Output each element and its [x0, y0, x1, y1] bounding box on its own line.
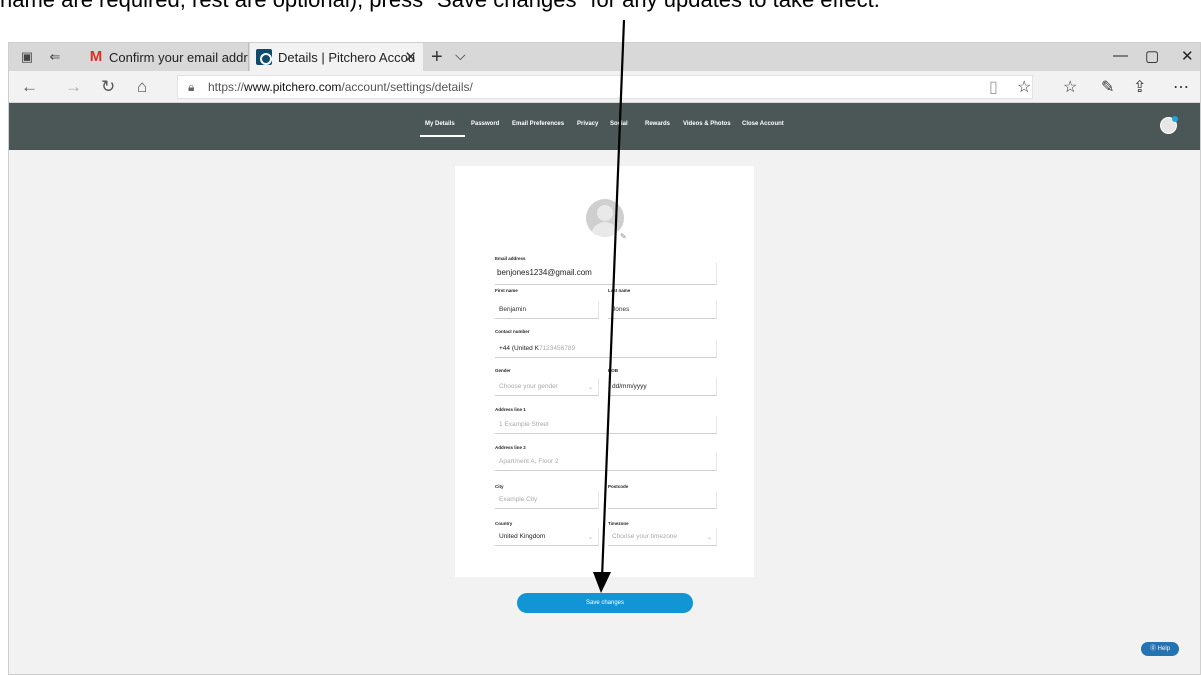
dob-field[interactable]: dd/mm/yyyy	[608, 378, 717, 396]
last-name-label: Last name	[608, 288, 631, 293]
tab-pitchero[interactable]: Details | Pitchero Accou ✕	[250, 43, 423, 71]
profile-picture[interactable]	[586, 199, 624, 237]
address-line-1-field[interactable]: 1 Example Street	[495, 416, 717, 434]
save-changes-button[interactable]: Save changes	[517, 593, 693, 613]
address1-label: Address line 1	[495, 407, 526, 412]
tab-gmail[interactable]: M Confirm your email address	[83, 43, 249, 71]
tab-title: Details | Pitchero Accou	[278, 49, 416, 65]
nav-close-account[interactable]: Close Account	[742, 121, 784, 127]
timezone-select[interactable]: Choose your timezone	[608, 528, 717, 546]
lock-icon: 🔒︎	[188, 80, 195, 94]
url-host: www.pitchero.com	[244, 80, 342, 94]
new-tab-icon[interactable]: +	[431, 46, 443, 69]
nav-rewards[interactable]: Rewards	[645, 121, 670, 127]
instruction-caption: name are required, rest are optional), p…	[0, 0, 1201, 21]
email-field[interactable]: benjones1234@gmail.com	[495, 263, 717, 285]
url-input[interactable]: 🔒︎ https://www.pitchero.com/account/sett…	[177, 75, 1033, 99]
pitchero-icon	[256, 49, 272, 65]
timezone-label: Timezone	[608, 521, 629, 526]
close-tab-icon[interactable]: ✕	[404, 48, 417, 66]
back-icon[interactable]: ←	[21, 77, 38, 97]
nav-privacy[interactable]: Privacy	[577, 121, 598, 127]
home-icon[interactable]: ⌂	[137, 77, 147, 97]
first-name-label: First name	[495, 288, 518, 293]
edit-photo-icon[interactable]: ✎	[620, 232, 627, 241]
avatar[interactable]	[1160, 116, 1178, 134]
settings-navbar: My Details Password Email Preferences Pr…	[9, 103, 1200, 150]
nav-email-preferences[interactable]: Email Preferences	[512, 121, 564, 127]
chevron-down-icon: ⌄	[588, 385, 594, 391]
country-code[interactable]: +44 (United K	[499, 345, 539, 352]
chevron-down-icon: ⌄	[588, 535, 594, 541]
active-tab-indicator	[420, 135, 465, 137]
pen-icon[interactable]: ✎	[1101, 77, 1114, 97]
nav-my-details[interactable]: My Details	[425, 121, 455, 127]
tab-actions-icon[interactable]: ▣	[19, 49, 35, 65]
close-window-icon[interactable]: ✕	[1181, 47, 1194, 65]
help-button[interactable]: ⓪ Help	[1141, 642, 1179, 656]
chevron-down-icon[interactable]: ⌵	[455, 47, 466, 64]
chevron-down-icon: ⌄	[707, 535, 713, 541]
city-field[interactable]: Example City	[495, 491, 599, 509]
restore-icon[interactable]: ▢	[1145, 47, 1159, 65]
favorite-star-icon[interactable]: ☆	[1017, 77, 1031, 97]
country-label: Country	[495, 521, 513, 526]
contact-label: Contact number	[495, 329, 530, 334]
city-label: City	[495, 484, 504, 489]
url-path: /account/settings/details/	[341, 80, 473, 94]
country-select[interactable]: United Kingdom	[495, 528, 599, 546]
forward-icon[interactable]: →	[65, 77, 82, 97]
tab-bar: ▣ ⇐ M Confirm your email address Details…	[9, 43, 1200, 71]
dob-label: DOB	[608, 368, 618, 373]
set-aside-tabs-icon[interactable]: ⇐	[47, 49, 63, 65]
address2-label: Address line 2	[495, 445, 526, 450]
gender-select[interactable]: Choose your gender	[495, 378, 599, 396]
browser-window: ▣ ⇐ M Confirm your email address Details…	[8, 42, 1201, 675]
reading-view-icon[interactable]: ▯	[989, 77, 998, 97]
address-bar: ← → ↻ ⌂ 🔒︎ https://www.pitchero.com/acco…	[9, 71, 1200, 103]
last-name-field[interactable]: Jones	[608, 301, 717, 319]
more-icon[interactable]: ⋯	[1173, 77, 1189, 97]
nav-password[interactable]: Password	[471, 121, 499, 127]
postcode-field[interactable]	[608, 491, 717, 509]
page-content: My Details Password Email Preferences Pr…	[9, 103, 1200, 674]
nav-videos-photos[interactable]: Videos & Photos	[683, 121, 731, 127]
details-form-card: ✎ Email address benjones1234@gmail.com F…	[455, 166, 754, 577]
phone-placeholder: 7123456789	[538, 345, 576, 352]
gmail-icon: M	[89, 48, 103, 65]
refresh-icon[interactable]: ↻	[101, 77, 115, 97]
first-name-field[interactable]: Benjamin	[495, 301, 599, 319]
contact-number-field[interactable]: +44 (United K7123456789	[495, 340, 717, 358]
minimize-icon[interactable]: —	[1113, 47, 1128, 64]
nav-social[interactable]: Social	[610, 121, 628, 127]
email-label: Email address	[495, 256, 526, 261]
gender-label: Gender	[495, 368, 511, 373]
tab-title: Confirm your email address	[109, 49, 248, 65]
postcode-label: Postcode	[608, 484, 629, 489]
share-icon[interactable]: ⇪	[1133, 77, 1146, 97]
url-prefix: https://	[208, 80, 245, 94]
address-line-2-field[interactable]: Apartment A, Floor 2	[495, 453, 717, 471]
favorites-hub-icon[interactable]: ☆	[1063, 77, 1077, 97]
